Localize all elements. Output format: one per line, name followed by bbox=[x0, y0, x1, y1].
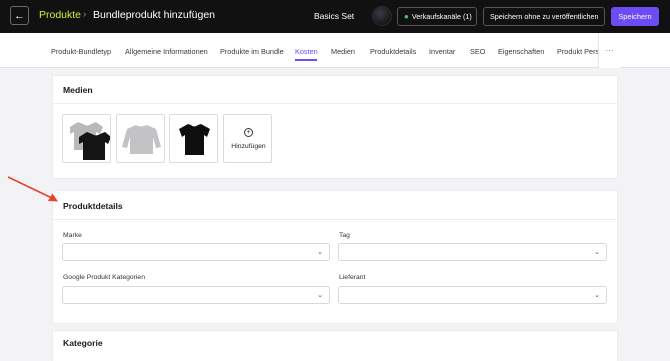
status-dot-icon: ● bbox=[404, 12, 409, 21]
sales-channels-label: Verkaufskanäle (1) bbox=[411, 12, 472, 21]
product-details-divider bbox=[53, 219, 617, 220]
google-category-select[interactable]: ⌄ bbox=[62, 286, 330, 304]
avatar[interactable] bbox=[372, 6, 392, 26]
tshirt-black-image bbox=[179, 124, 210, 155]
tab-product-details[interactable]: Produktdetails bbox=[370, 47, 416, 56]
brand-select[interactable]: ⌄ bbox=[62, 243, 330, 261]
product-details-title: Produktdetails bbox=[63, 201, 123, 211]
sweatshirt-grey-image bbox=[122, 125, 161, 154]
chevron-down-icon: ⌄ bbox=[317, 292, 323, 299]
tab-media[interactable]: Medien bbox=[331, 47, 355, 56]
tabs-more-button[interactable]: ··· bbox=[598, 33, 620, 68]
add-media-button[interactable]: + Hinzufügen bbox=[223, 114, 272, 163]
supplier-label: Lieferant bbox=[339, 274, 366, 281]
tab-bundle-type[interactable]: Produkt-Bundletyp bbox=[51, 47, 111, 56]
top-bar: ← Produkte › Bundleprodukt hinzufügen Ba… bbox=[0, 0, 670, 33]
breadcrumb-separator: › bbox=[83, 9, 87, 20]
tab-product-personalization[interactable]: Produkt Pers bbox=[557, 47, 599, 56]
annotation-arrow-icon bbox=[7, 176, 58, 202]
tag-select[interactable]: ⌄ bbox=[338, 243, 607, 261]
breadcrumb-products-link[interactable]: Produkte bbox=[39, 9, 81, 21]
google-category-label: Google Produkt Kategorien bbox=[63, 274, 145, 281]
media-thumbnail-2[interactable] bbox=[116, 114, 165, 163]
tab-bar: Produkt-Bundletyp Allgemeine Information… bbox=[0, 33, 670, 68]
category-card: Kategorie bbox=[52, 330, 618, 361]
tab-properties[interactable]: Eigenschaften bbox=[498, 47, 544, 56]
media-thumbnail-1[interactable] bbox=[62, 114, 111, 163]
chevron-down-icon: ⌄ bbox=[594, 249, 600, 256]
brand-label: Marke bbox=[63, 232, 82, 239]
plus-circle-icon: + bbox=[244, 128, 253, 137]
sales-channels-button[interactable]: ● Verkaufskanäle (1) bbox=[397, 7, 477, 26]
back-button[interactable]: ← bbox=[10, 6, 29, 25]
arrow-left-icon: ← bbox=[14, 9, 25, 22]
media-title: Medien bbox=[63, 85, 93, 95]
tab-general-info[interactable]: Allgemeine Informationen bbox=[125, 47, 208, 56]
tag-label: Tag bbox=[339, 232, 350, 239]
tab-inventory[interactable]: Inventar bbox=[429, 47, 455, 56]
media-thumbnail-3[interactable] bbox=[169, 114, 218, 163]
active-tab-indicator bbox=[295, 59, 317, 61]
tshirt-set-grey-black-image bbox=[70, 122, 110, 160]
save-unpublished-button[interactable]: Speichern ohne zu veröffentlichen bbox=[483, 7, 605, 26]
chevron-down-icon: ⌄ bbox=[317, 249, 323, 256]
supplier-select[interactable]: ⌄ bbox=[338, 286, 607, 304]
media-divider bbox=[53, 103, 617, 104]
category-title: Kategorie bbox=[63, 338, 103, 348]
chevron-down-icon: ⌄ bbox=[594, 292, 600, 299]
tab-costs[interactable]: Kosten bbox=[295, 47, 318, 56]
save-button[interactable]: Speichern bbox=[611, 7, 659, 26]
save-unpublished-label: Speichern ohne zu veröffentlichen bbox=[490, 12, 599, 21]
save-label: Speichern bbox=[618, 12, 652, 21]
tab-bundle-products[interactable]: Produkte im Bundle bbox=[220, 47, 284, 56]
page-title: Bundleprodukt hinzufügen bbox=[93, 9, 216, 21]
more-dots-icon: ··· bbox=[605, 46, 614, 55]
tab-seo[interactable]: SEO bbox=[470, 47, 485, 56]
add-media-label: Hinzufügen bbox=[231, 143, 266, 150]
set-name: Basics Set bbox=[314, 11, 355, 21]
